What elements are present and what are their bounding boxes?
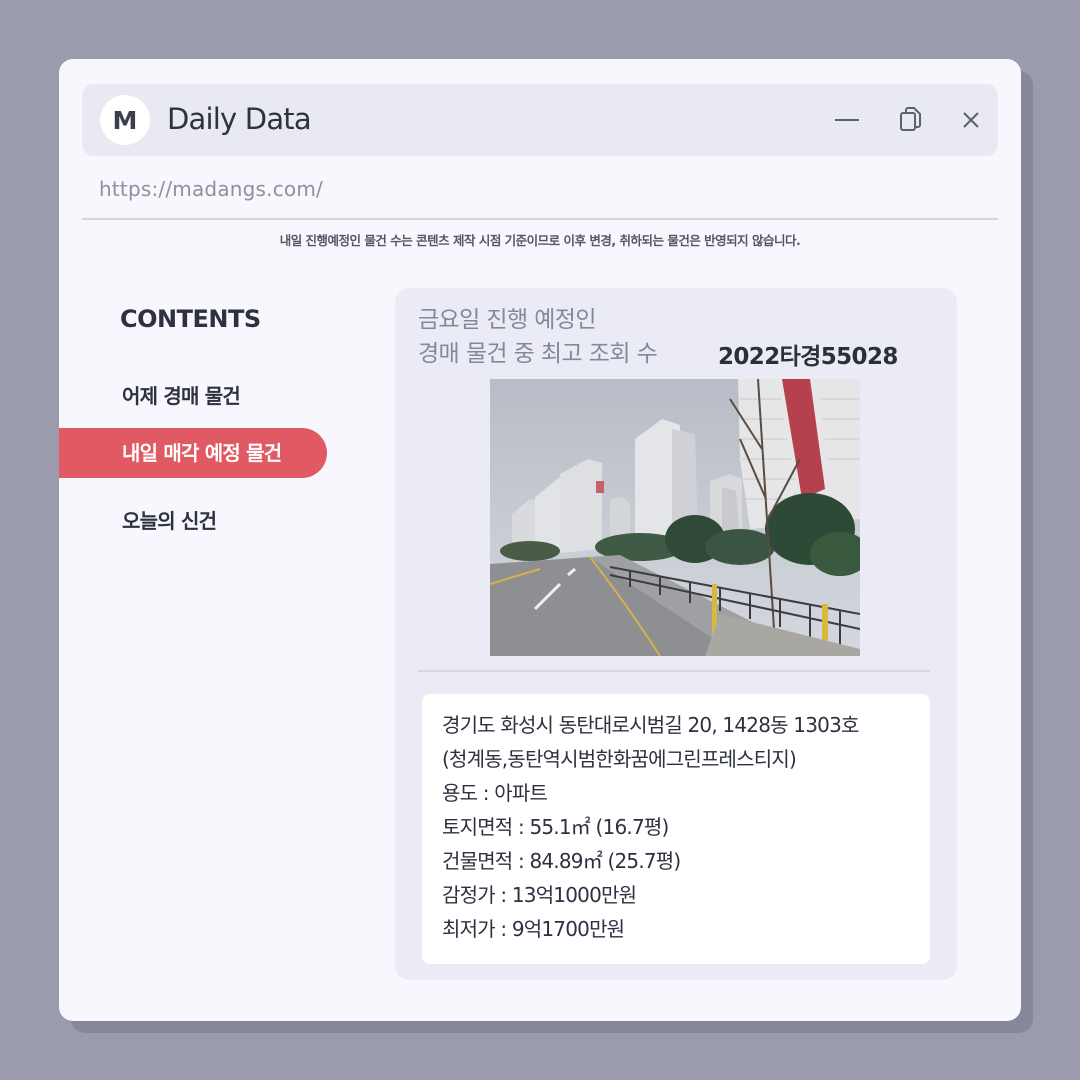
avatar[interactable]: M [100,95,150,145]
spec-building-area: 건물면적 : 84.89㎡ (25.7평) [442,849,681,873]
close-icon [963,112,979,128]
app-title: Daily Data [167,102,312,136]
spec-minimum-price: 최저가 : 9억1700만원 [442,917,625,941]
case-number: 2022타경55028 [718,344,898,370]
contents-heading: CONTENTS [120,305,261,333]
close-button[interactable] [955,104,987,136]
restore-button[interactable] [895,104,927,136]
address-bar[interactable]: https://madangs.com/ [99,177,323,201]
card-divider [418,670,930,672]
address-divider [82,218,998,220]
nav-item-today-new[interactable]: 오늘의 신건 [59,496,327,546]
address-line1: 경기도 화성시 동탄대로시범길 20, 1428동 1303호 [442,713,859,737]
card-title-line1: 금요일 진행 예정인 [418,307,597,333]
spec-land-area: 토지면적 : 55.1㎡ (16.7평) [442,815,669,839]
minimize-icon [835,119,859,121]
property-info: 경기도 화성시 동탄대로시범길 20, 1428동 1303호 (청계동,동탄역… [422,694,930,964]
property-card: 금요일 진행 예정인 경매 물건 중 최고 조회 수 2022타경55028 경… [395,288,957,980]
spec-appraisal-price: 감정가 : 13억1000만원 [442,883,637,907]
spec-usage: 용도 : 아파트 [442,781,548,805]
app-window: M Daily Data https://madangs.com/ 내일 진행예… [59,59,1021,1021]
property-photo [490,379,860,656]
nav-item-tomorrow-sales[interactable]: 내일 매각 예정 물건 [59,428,327,478]
card-title-line2: 경매 물건 중 최고 조회 수 [418,341,658,367]
copy-icon [900,107,921,131]
title-bar: M Daily Data [82,84,998,156]
apartment-photo-illustration [490,379,860,656]
nav-item-yesterday-auctions[interactable]: 어제 경매 물건 [59,371,327,421]
address-line2: (청계동,동탄역시범한화꿈에그린프레스티지) [442,747,797,771]
notice-text: 내일 진행예정인 물건 수는 콘텐츠 제작 시점 기준이므로 이후 변경, 취하… [279,233,801,248]
minimize-button[interactable] [831,104,863,136]
card-title: 금요일 진행 예정인 경매 물건 중 최고 조회 수 [418,303,658,371]
